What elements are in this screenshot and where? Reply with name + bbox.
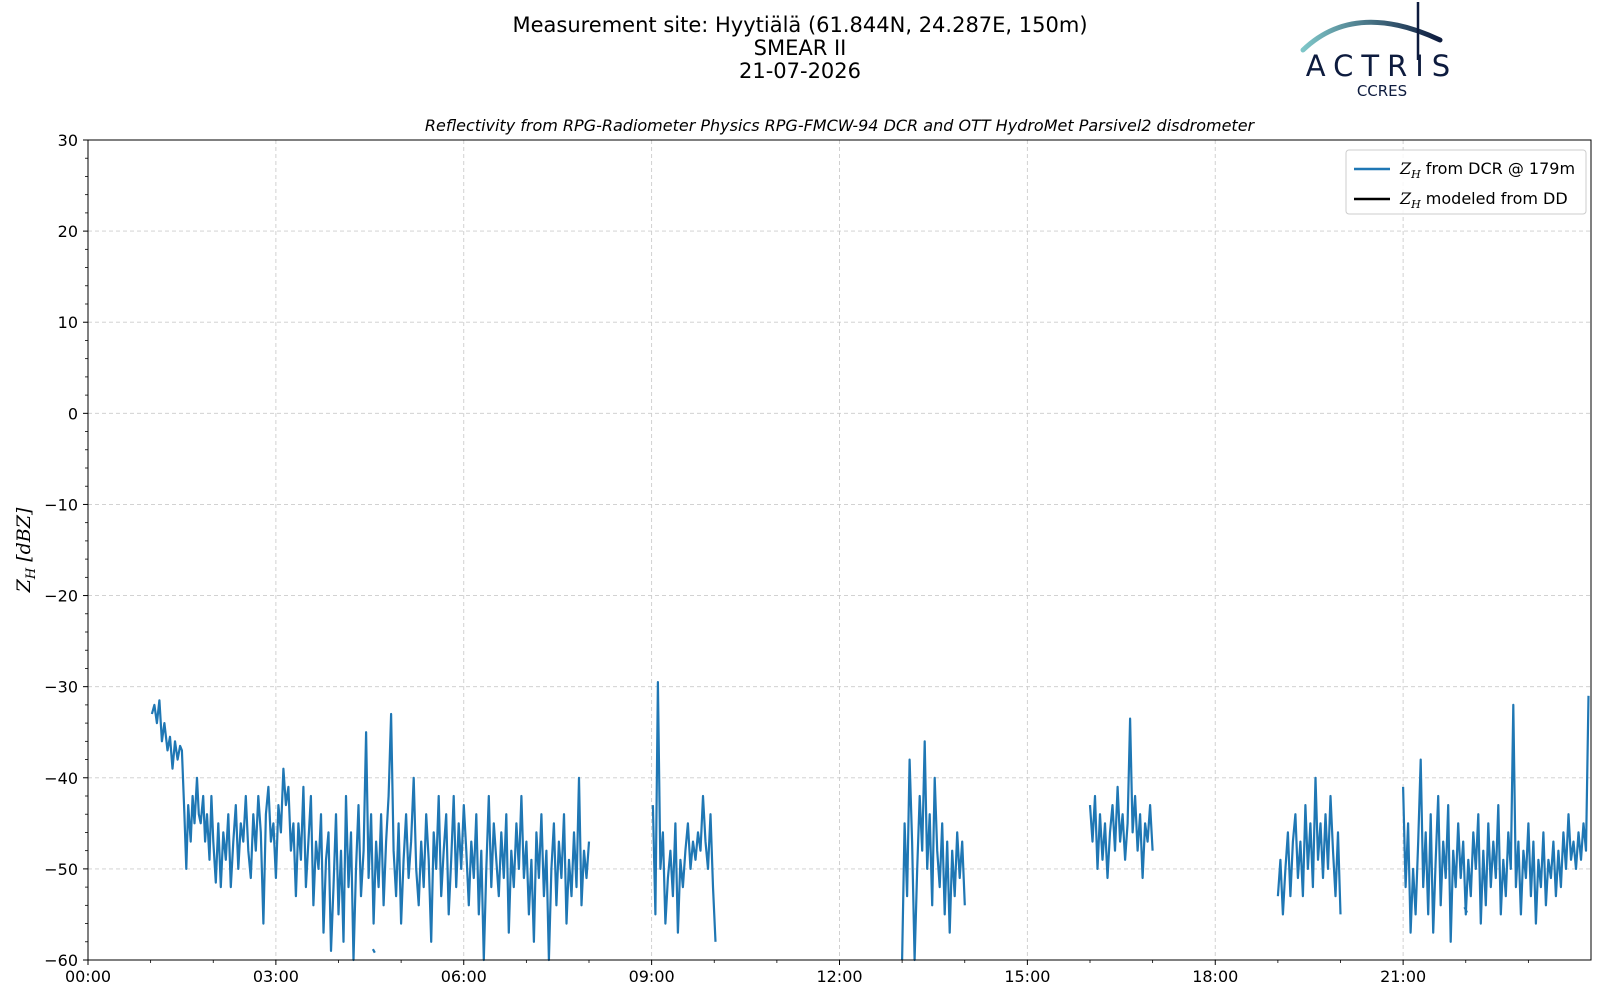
grid-lines <box>87 139 1591 961</box>
x-tick-label: 09:00 <box>629 967 675 986</box>
y-tick-label: −40 <box>44 769 78 788</box>
series-fragment-0 <box>371 948 376 954</box>
y-tick-label: −50 <box>44 860 78 879</box>
axis-ticks: 00:00 03:00 06:00 09:00 12:00 15:00 18:00 21:00… <box>44 131 1529 986</box>
y-axis-label: ZH [dBZ] <box>13 507 39 593</box>
y-axis-label-group: ZH [dBZ] <box>13 507 39 593</box>
y-tick-label: −60 <box>44 951 78 970</box>
chart-plot: 00:00 03:00 06:00 09:00 12:00 15:00 18:00 21:00… <box>13 131 1592 986</box>
y-tick-label: 0 <box>68 404 78 423</box>
x-tick-label: 15:00 <box>1004 967 1050 986</box>
series-line-0 <box>651 681 717 942</box>
legend-label-sub: H <box>1410 168 1421 181</box>
series-line-0 <box>1402 695 1590 943</box>
y-axis-label-base: Z <box>13 578 35 593</box>
legend-label-rest: from DCR @ 179m <box>1421 159 1575 178</box>
legend-label-1: ZH modeled from DD <box>1399 189 1568 211</box>
x-tick-label: 21:00 <box>1380 967 1426 986</box>
x-tick-label: 12:00 <box>816 967 862 986</box>
y-tick-label: −30 <box>44 678 78 697</box>
series-line-0 <box>150 699 591 962</box>
legend-label-sub: H <box>1410 198 1421 211</box>
x-tick-label: 06:00 <box>441 967 487 986</box>
y-tick-label: 10 <box>58 313 78 332</box>
x-tick-label: 03:00 <box>253 967 299 986</box>
y-tick-label: 20 <box>58 222 78 241</box>
legend-label-rest: modeled from DD <box>1421 189 1568 208</box>
y-tick-label: −20 <box>44 587 78 606</box>
series-line-0 <box>1088 717 1154 880</box>
y-axis-label-unit: [dBZ] <box>13 507 35 562</box>
legend-label-base: Z <box>1399 189 1412 208</box>
series-layer <box>150 681 1590 962</box>
legend-label-base: Z <box>1399 159 1412 178</box>
legend: ZH from DCR @ 179mZH modeled from DD <box>1345 149 1587 215</box>
y-tick-label: 30 <box>58 131 78 150</box>
series-line-0 <box>901 740 966 962</box>
series-line-0 <box>1276 776 1342 916</box>
legend-label-0: ZH from DCR @ 179m <box>1399 159 1575 181</box>
y-axis-label-sub: H <box>24 567 39 580</box>
y-tick-label: −10 <box>44 495 78 514</box>
x-tick-label: 18:00 <box>1192 967 1238 986</box>
